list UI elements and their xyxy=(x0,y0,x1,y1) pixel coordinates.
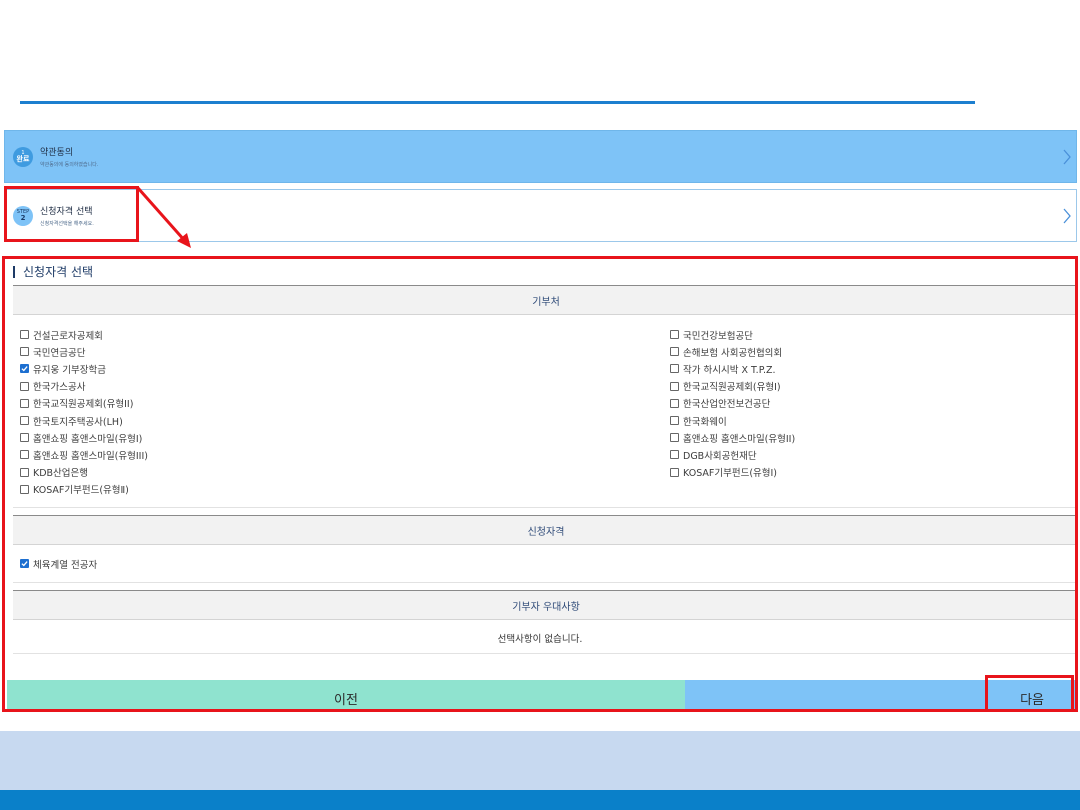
checkbox[interactable] xyxy=(670,398,679,408)
checkbox[interactable] xyxy=(670,381,679,391)
qualification-panel: 신청자격 선택 기부처 건설근로자공제회 국민연금공단 유지웅 기부장학금 한국… xyxy=(2,256,1078,712)
checkbox[interactable] xyxy=(20,433,29,443)
donor-option-label: 국민건강보험공단 xyxy=(683,330,753,342)
donor-option[interactable]: KDB산업은행 xyxy=(20,464,148,481)
chevron-right-icon xyxy=(1063,208,1071,224)
donor-option[interactable]: 한국화웨이 xyxy=(670,412,795,429)
donor-option[interactable]: 홈앤쇼핑 홈앤스마일(유형II) xyxy=(670,429,795,446)
donor-option[interactable]: KOSAF기부펀드(유형Ⅰ) xyxy=(670,464,795,481)
checkbox[interactable] xyxy=(670,364,679,374)
annotation-arrow xyxy=(136,187,191,248)
donor-option[interactable]: 한국교직원공제회(유형I) xyxy=(670,378,795,395)
qualification-option-label: 체육계열 전공자 xyxy=(33,559,98,571)
donor-option[interactable]: 한국교직원공제회(유형II) xyxy=(20,395,148,412)
donor-option-label: DGB사회공헌재단 xyxy=(683,450,757,462)
check-icon xyxy=(21,366,28,372)
checkbox[interactable] xyxy=(20,330,29,340)
donor-option[interactable]: 한국산업안전보건공단 xyxy=(670,395,795,412)
donor-option[interactable]: 홈앤쇼핑 홈앤스마일(유형III) xyxy=(20,446,148,463)
step-1-title: 약관동의 xyxy=(40,148,74,158)
checkbox[interactable] xyxy=(20,484,29,494)
donor-option-label: 한국산업안전보건공단 xyxy=(683,399,771,411)
donor-option[interactable]: 유지웅 기부장학금 xyxy=(20,360,148,377)
checkbox[interactable] xyxy=(670,416,679,426)
section-title: 신청자격 선택 xyxy=(13,266,93,278)
no-selection-text: 선택사항이 없습니다. xyxy=(497,634,583,645)
donor-option-label: 한국화웨이 xyxy=(683,416,727,428)
donor-benefits-header: 기부자 우대사항 xyxy=(13,590,1075,620)
section-divider xyxy=(13,582,1075,583)
section-divider xyxy=(13,653,1075,654)
donor-option[interactable]: KOSAF기부펀드(유형Ⅱ) xyxy=(20,481,148,498)
checkbox[interactable] xyxy=(670,450,679,460)
section-divider xyxy=(13,507,1075,508)
donor-option[interactable]: 건설근로자공제회 xyxy=(20,326,148,343)
qualification-option[interactable]: 체육계열 전공자 xyxy=(20,555,97,572)
donor-list-right: 국민건강보험공단 손해보험 사회공헌협의회 작가 하시시박 X T.P.Z. 한… xyxy=(670,326,795,481)
top-divider xyxy=(20,101,975,104)
chevron-right-icon xyxy=(1063,149,1071,165)
qualification-header: 신청자격 xyxy=(13,515,1075,545)
donor-option-label: 유지웅 기부장학금 xyxy=(33,364,106,376)
donor-option-label: 한국교직원공제회(유형II) xyxy=(33,399,134,411)
checkbox[interactable] xyxy=(20,381,29,391)
check-icon xyxy=(21,561,28,567)
donor-option-label: 홈앤쇼핑 홈앤스마일(유형III) xyxy=(33,450,148,462)
donor-option[interactable]: 국민건강보험공단 xyxy=(670,326,795,343)
donor-option-label: 한국토지주택공사(LH) xyxy=(33,416,123,428)
prev-button[interactable]: 이전 xyxy=(7,680,685,709)
step-1-badge-status: 완료 xyxy=(16,154,30,163)
donor-option-label: 한국교직원공제회(유형I) xyxy=(683,382,781,394)
footer-band xyxy=(0,731,1080,791)
checkbox[interactable] xyxy=(20,467,29,477)
donor-option-label: KOSAF기부펀드(유형Ⅱ) xyxy=(33,485,129,497)
donor-list-left: 건설근로자공제회 국민연금공단 유지웅 기부장학금 한국가스공사 한국교직원공제… xyxy=(20,326,148,498)
highlight-next-button xyxy=(985,675,1074,712)
donor-option[interactable]: 한국토지주택공사(LH) xyxy=(20,412,148,429)
donor-option[interactable]: 손해보험 사회공헌협의회 xyxy=(670,343,795,360)
checkbox[interactable] xyxy=(670,467,679,477)
checkbox-checked[interactable] xyxy=(20,364,29,374)
donor-option-label: 홈앤쇼핑 홈앤스마일(유형II) xyxy=(683,433,796,445)
checkbox[interactable] xyxy=(20,347,29,357)
donor-option[interactable]: 한국가스공사 xyxy=(20,378,148,395)
donor-option-label: 건설근로자공제회 xyxy=(33,330,103,342)
donor-option-label: 손해보험 사회공헌협의회 xyxy=(683,347,783,359)
step-1-terms[interactable]: 1 완료 약관동의 약관동의에 동의하였습니다. xyxy=(4,130,1077,183)
checkbox[interactable] xyxy=(670,330,679,340)
donor-option-label: 한국가스공사 xyxy=(33,382,86,394)
checkbox[interactable] xyxy=(670,347,679,357)
donor-option-label: 작가 하시시박 X T.P.Z. xyxy=(683,364,776,376)
checkbox[interactable] xyxy=(20,398,29,408)
step-1-subtitle: 약관동의에 동의하였습니다. xyxy=(40,162,99,168)
donor-option-label: KOSAF기부펀드(유형Ⅰ) xyxy=(683,468,778,480)
checkbox-checked[interactable] xyxy=(20,559,29,569)
donor-header: 기부처 xyxy=(13,285,1075,315)
footer-bar xyxy=(0,790,1080,810)
donor-option-label: 홈앤쇼핑 홈앤스마일(유형I) xyxy=(33,433,143,445)
highlight-step-2 xyxy=(4,186,139,242)
donor-option[interactable]: 작가 하시시박 X T.P.Z. xyxy=(670,360,795,377)
checkbox[interactable] xyxy=(20,416,29,426)
donor-option[interactable]: DGB사회공헌재단 xyxy=(670,446,795,463)
donor-option-label: 국민연금공단 xyxy=(33,347,86,359)
checkbox[interactable] xyxy=(670,433,679,443)
donor-option-label: KDB산업은행 xyxy=(33,468,89,480)
checkbox[interactable] xyxy=(20,450,29,460)
donor-option[interactable]: 국민연금공단 xyxy=(20,343,148,360)
step-1-badge: 1 완료 xyxy=(13,146,33,167)
donor-option[interactable]: 홈앤쇼핑 홈앤스마일(유형I) xyxy=(20,429,148,446)
